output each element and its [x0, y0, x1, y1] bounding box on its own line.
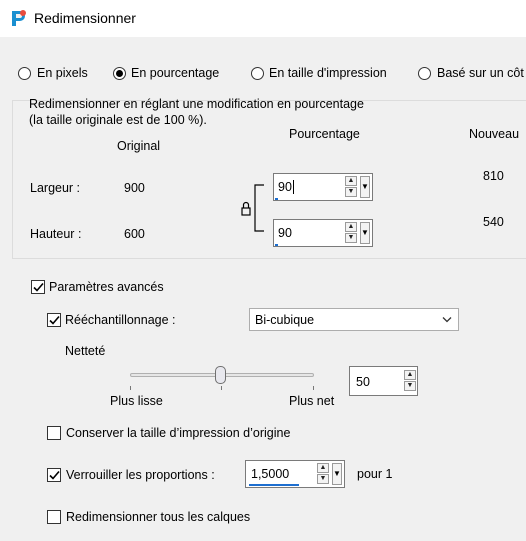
chevron-down-icon[interactable]: ▼ [360, 176, 370, 198]
focus-marker [275, 198, 278, 200]
group-description-line2: (la taille originale est de 100 %). [29, 113, 207, 127]
spin-up-icon[interactable]: ▲ [345, 222, 357, 232]
radio-button[interactable] [251, 67, 264, 80]
slider-tick [221, 386, 222, 390]
checkmark-icon [49, 470, 60, 480]
width-percent-value[interactable]: 90 [278, 180, 292, 194]
ratio-value[interactable]: 1,5000 [251, 467, 289, 481]
height-original: 600 [124, 227, 145, 241]
slider-tick [130, 386, 131, 390]
chevron-down-icon [442, 317, 452, 323]
focus-marker [275, 244, 278, 246]
lock-icon[interactable] [240, 184, 270, 234]
resampling-value: Bi-cubique [255, 313, 315, 327]
chevron-down-icon[interactable]: ▼ [360, 222, 370, 244]
width-spinner[interactable]: ▲ ▼ [345, 176, 359, 200]
group-description-line1: Redimensionner en réglant une modificati… [29, 97, 364, 111]
radio-label: En taille d'impression [269, 66, 387, 80]
window-title: Redimensionner [34, 10, 136, 26]
height-percent-value[interactable]: 90 [278, 226, 292, 240]
resampling-select[interactable]: Bi-cubique [249, 308, 459, 331]
checkbox-label: Rééchantillonnage : [65, 313, 176, 327]
height-label: Hauteur : [30, 227, 82, 241]
checkbox-label: Paramètres avancés [49, 280, 164, 294]
width-new: 810 [483, 169, 504, 183]
radio-label: En pixels [37, 66, 88, 80]
checkbox-label: Conserver la taille d’impression d’origi… [66, 426, 291, 440]
checkbox[interactable] [47, 468, 61, 482]
width-label: Largeur : [30, 181, 81, 195]
slider-max-label: Plus net [289, 394, 335, 408]
spin-up-icon[interactable]: ▲ [345, 176, 357, 186]
ratio-field[interactable]: 1,5000 ▲ ▼ ▼ [245, 460, 345, 488]
spin-down-icon[interactable]: ▼ [404, 381, 416, 391]
ratio-progress-line [249, 484, 299, 486]
checkbox-label: Verrouiller les proportions : [66, 468, 215, 482]
sharpness-spinner[interactable]: ▲ ▼ [404, 370, 418, 394]
radio-button[interactable] [113, 67, 126, 80]
height-percent-field[interactable]: 90 ▲ ▼ ▼ [273, 219, 373, 247]
height-new: 540 [483, 215, 504, 229]
width-percent-field[interactable]: 90 ▲ ▼ ▼ [273, 173, 373, 201]
ratio-spinner[interactable]: ▲ ▼ [317, 463, 331, 487]
spin-up-icon[interactable]: ▲ [404, 370, 416, 380]
slider-min-label: Plus lisse [110, 394, 163, 408]
text-cursor [293, 180, 294, 194]
sharpness-field[interactable]: 50 ▲ ▼ [349, 366, 418, 396]
paintshop-icon [12, 10, 26, 26]
radio-label: Basé sur un côt [437, 66, 524, 80]
ratio-suffix: pour 1 [357, 467, 393, 481]
new-header: Nouveau [469, 127, 520, 141]
sharpness-value[interactable]: 50 [356, 375, 370, 389]
checkbox[interactable] [47, 313, 61, 327]
spin-up-icon[interactable]: ▲ [317, 463, 329, 473]
sharpness-slider-thumb[interactable] [215, 366, 226, 384]
percent-header: Pourcentage [289, 127, 360, 141]
checkbox[interactable] [47, 426, 61, 440]
width-original: 900 [124, 181, 145, 195]
spin-down-icon[interactable]: ▼ [317, 474, 329, 484]
slider-tick [313, 386, 314, 390]
checkbox[interactable] [31, 280, 45, 294]
spin-down-icon[interactable]: ▼ [345, 233, 357, 243]
chevron-down-icon[interactable]: ▼ [332, 463, 342, 485]
height-spinner[interactable]: ▲ ▼ [345, 222, 359, 246]
radio-button[interactable] [18, 67, 31, 80]
checkmark-icon [49, 315, 60, 325]
sharpness-label: Netteté [65, 344, 106, 358]
original-header: Original [117, 139, 161, 153]
checkbox[interactable] [47, 510, 61, 524]
radio-label: En pourcentage [131, 66, 220, 80]
radio-button[interactable] [418, 67, 431, 80]
checkbox-label: Redimensionner tous les calques [66, 510, 251, 524]
checkmark-icon [33, 282, 44, 292]
spin-down-icon[interactable]: ▼ [345, 187, 357, 197]
